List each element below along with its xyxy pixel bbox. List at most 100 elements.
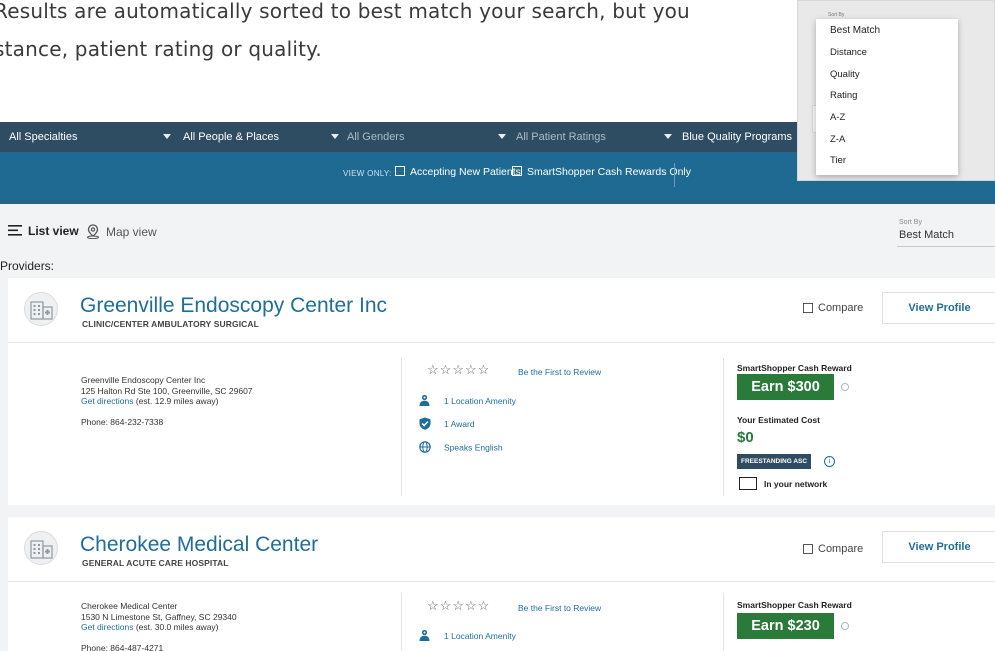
directions-distance: (est. 12.9 miles away) [135, 396, 219, 406]
genders-filter[interactable]: All Genders [347, 122, 404, 152]
provider-card: Cherokee Medical Center GENERAL ACUTE CA… [8, 517, 995, 651]
phone-number: Phone: 864-232-7338 [81, 416, 164, 427]
specialties-filter-label: All Specialties [9, 131, 78, 143]
language-label: Speaks English [444, 442, 503, 453]
get-directions-link[interactable]: Get directions [81, 396, 133, 406]
provider-address: Greenville Endoscopy Center Inc 125 Halt… [81, 375, 253, 427]
list-view-toggle[interactable]: List view [8, 224, 79, 239]
info-icon[interactable]: i [824, 456, 835, 467]
location-amenity-link[interactable]: 1 Location Amenity [419, 629, 516, 644]
location-amenity-label: 1 Location Amenity [444, 395, 516, 406]
compare-checkbox[interactable] [803, 544, 813, 554]
sort-option-quality[interactable]: Quality [830, 69, 860, 80]
divider [8, 342, 995, 343]
list-view-label: List view [28, 224, 79, 238]
address-name: Cherokee Medical Center [81, 601, 178, 611]
providers-heading: Providers: [0, 259, 55, 273]
first-review-link[interactable]: Be the First to Review [518, 603, 601, 613]
sort-dropdown-label: Sort By [828, 12, 845, 18]
sort-option-best-match[interactable]: Best Match [830, 25, 880, 36]
divider [674, 163, 675, 187]
sort-options-menu: Best Match Distance Quality Rating A-Z Z… [816, 19, 958, 175]
location-amenity-link[interactable]: 1 Location Amenity [419, 394, 516, 409]
provider-address: Cherokee Medical Center 1530 N Limestone… [81, 601, 237, 651]
star-rating[interactable]: ☆☆☆☆☆ [427, 362, 490, 378]
provider-name-link[interactable]: Cherokee Medical Center [80, 533, 318, 557]
divider [8, 581, 995, 582]
view-profile-button[interactable]: View Profile [882, 292, 995, 324]
view-only-label: VIEW ONLY: [343, 169, 392, 178]
phone-number: Phone: 864-487-4271 [81, 642, 164, 651]
directions-distance: (est. 30.0 miles away) [135, 622, 219, 632]
provider-name-link[interactable]: Greenville Endoscopy Center Inc [80, 294, 387, 318]
earn-reward-button[interactable]: Earn $230 [737, 613, 834, 639]
earn-reward-button[interactable]: Earn $300 [737, 374, 834, 400]
estimated-cost-value: $0 [737, 429, 754, 446]
people-places-filter[interactable]: All People & Places [183, 122, 279, 152]
get-directions-link[interactable]: Get directions [81, 622, 133, 632]
language-link[interactable]: Speaks English [419, 441, 503, 455]
chevron-down-icon[interactable] [331, 134, 339, 139]
first-review-link[interactable]: Be the First to Review [518, 367, 601, 377]
info-icon[interactable] [841, 622, 849, 630]
view-profile-button[interactable]: View Profile [882, 531, 995, 563]
quality-programs-filter-label: Blue Quality Programs [682, 131, 793, 143]
chevron-down-icon[interactable] [498, 134, 506, 139]
chevron-down-icon[interactable] [664, 134, 672, 139]
page: Results are automatically sorted to best… [0, 0, 995, 651]
divider [401, 593, 402, 651]
amenity-icon [419, 629, 431, 644]
sort-option-z-a[interactable]: Z-A [830, 134, 845, 145]
provider-type: CLINIC/CENTER AMBULATORY SURGICAL [82, 319, 259, 329]
estimated-cost-label: Your Estimated Cost [737, 415, 820, 425]
intro-line-1: Results are automatically sorted to best… [0, 0, 690, 23]
divider [401, 358, 402, 496]
sort-option-tier[interactable]: Tier [830, 155, 846, 166]
people-places-filter-label: All People & Places [183, 131, 279, 143]
award-shield-icon [419, 417, 431, 432]
map-view-label: Map view [106, 225, 157, 240]
network-card-icon [739, 477, 757, 490]
info-icon[interactable] [841, 383, 849, 391]
chevron-down-icon[interactable] [163, 134, 171, 139]
divider [723, 593, 724, 651]
reward-label: SmartShopper Cash Reward [737, 600, 852, 610]
compare-checkbox[interactable] [803, 303, 813, 313]
sort-by-select[interactable]: Best Match [899, 229, 954, 241]
patient-ratings-filter[interactable]: All Patient Ratings [516, 122, 606, 152]
freestanding-asc-badge: FREESTANDING ASC [737, 454, 812, 469]
provider-card: Greenville Endoscopy Center Inc CLINIC/C… [8, 278, 995, 505]
intro-line-2: stance, patient rating or quality. [0, 37, 322, 61]
sort-option-distance[interactable]: Distance [830, 47, 867, 58]
smartshopper-only-checkbox[interactable] [512, 166, 522, 176]
star-rating[interactable]: ☆☆☆☆☆ [427, 598, 490, 614]
hospital-icon [24, 292, 58, 326]
divider [723, 358, 724, 496]
award-link[interactable]: 1 Award [419, 417, 475, 432]
specialties-filter[interactable]: All Specialties [9, 122, 77, 152]
compare-label[interactable]: Compare [818, 543, 863, 555]
address-street: 1530 N Limestone St, Gaffney, SC 29340 [81, 611, 237, 622]
intro-paragraph: Results are automatically sorted to best… [0, 0, 690, 68]
address-name: Greenville Endoscopy Center Inc [81, 375, 206, 385]
globe-icon [419, 441, 431, 455]
in-network-label: In your network [764, 479, 828, 489]
map-view-toggle[interactable]: Map view [86, 224, 157, 242]
sort-option-a-z[interactable]: A-Z [830, 112, 845, 123]
genders-filter-label: All Genders [347, 131, 405, 143]
location-amenity-label: 1 Location Amenity [444, 630, 516, 641]
compare-label[interactable]: Compare [818, 302, 863, 314]
patient-ratings-filter-label: All Patient Ratings [516, 131, 606, 143]
sort-by-label: Sort By [899, 219, 922, 226]
quality-programs-filter[interactable]: Blue Quality Programs [682, 122, 792, 152]
accepting-new-patients-label[interactable]: Accepting New Patients [410, 166, 521, 178]
list-icon [8, 224, 22, 239]
accepting-new-patients-checkbox[interactable] [395, 166, 405, 176]
provider-type: GENERAL ACUTE CARE HOSPITAL [82, 558, 229, 568]
sort-by-underline [897, 246, 995, 247]
reward-label: SmartShopper Cash Reward [737, 363, 852, 373]
sort-option-rating[interactable]: Rating [830, 90, 857, 101]
address-street: 125 Halton Rd Ste 100, Greenville, SC 29… [81, 385, 253, 396]
award-label: 1 Award [444, 418, 475, 429]
smartshopper-only-label[interactable]: SmartShopper Cash Rewards Only [527, 166, 691, 178]
